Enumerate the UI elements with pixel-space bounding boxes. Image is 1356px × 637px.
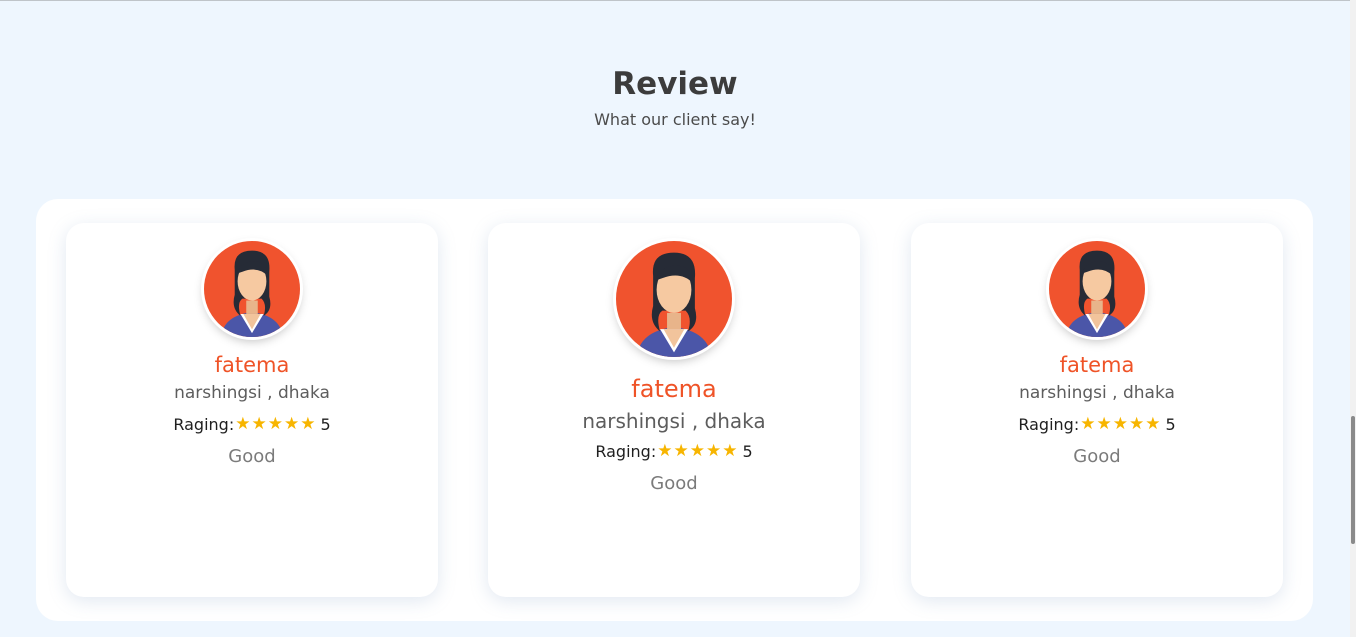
scrollbar-thumb[interactable] <box>1351 416 1355 544</box>
star-icon: ★ <box>689 441 705 461</box>
woman-avatar-icon <box>616 241 732 357</box>
rating-label: Raging: <box>1018 415 1080 434</box>
rating-value: 5 <box>742 442 753 461</box>
star-icon: ★ <box>283 414 300 434</box>
rating-label: Raging: <box>173 415 235 434</box>
star-icon: ★ <box>1112 414 1128 434</box>
star-icon: ★ <box>673 441 689 461</box>
rating-row: Raging: ★ ★ ★ ★ ★ 5 <box>488 442 860 461</box>
review-comment: Good <box>228 446 276 467</box>
star-icon: ★ <box>1080 414 1096 434</box>
review-card-active: fatema narshingsi , dhaka Raging: ★ ★ ★ … <box>488 223 860 597</box>
reviewer-name: fatema <box>1059 353 1135 377</box>
scrollbar[interactable] <box>1350 0 1356 637</box>
top-border <box>0 0 1356 1</box>
star-icon: ★ <box>1145 414 1161 434</box>
star-icon: ★ <box>1096 414 1112 434</box>
section-title: Review <box>612 66 738 102</box>
rating-row: Raging: ★ ★ ★ ★ ★ 5 <box>911 415 1283 434</box>
reviews-panel: fatema narshingsi , dhaka Raging: ★ ★ ★ … <box>36 199 1313 621</box>
review-card: fatema narshingsi , dhaka Raging: ★ ★ ★ … <box>66 223 438 597</box>
rating-label: Raging: <box>595 442 657 461</box>
star-icon: ★ <box>722 441 738 461</box>
reviewer-location: narshingsi , dhaka <box>582 409 766 433</box>
star-icon: ★ <box>267 414 283 434</box>
star-icon: ★ <box>1128 414 1145 434</box>
star-icon: ★ <box>300 414 316 434</box>
review-comment: Good <box>1073 446 1121 467</box>
star-icon: ★ <box>705 441 722 461</box>
woman-avatar-icon <box>1049 241 1145 337</box>
star-icon: ★ <box>235 414 251 434</box>
review-header: Review What our client say! <box>0 60 1350 130</box>
rating-value: 5 <box>320 415 331 434</box>
rating-row: Raging: ★ ★ ★ ★ ★ 5 <box>66 415 438 434</box>
star-rating: ★ ★ ★ ★ ★ <box>657 443 738 460</box>
woman-avatar-icon <box>204 241 300 337</box>
section-subtitle: What our client say! <box>594 110 756 129</box>
star-rating: ★ ★ ★ ★ ★ <box>1080 416 1161 433</box>
review-comment: Good <box>650 473 698 494</box>
star-rating: ★ ★ ★ ★ ★ <box>235 416 316 433</box>
reviewer-name: fatema <box>631 375 717 403</box>
star-icon: ★ <box>251 414 267 434</box>
reviewer-location: narshingsi , dhaka <box>174 383 330 403</box>
rating-value: 5 <box>1165 415 1176 434</box>
review-card: fatema narshingsi , dhaka Raging: ★ ★ ★ … <box>911 223 1283 597</box>
reviewer-location: narshingsi , dhaka <box>1019 383 1175 403</box>
reviewer-name: fatema <box>214 353 290 377</box>
star-icon: ★ <box>657 441 673 461</box>
